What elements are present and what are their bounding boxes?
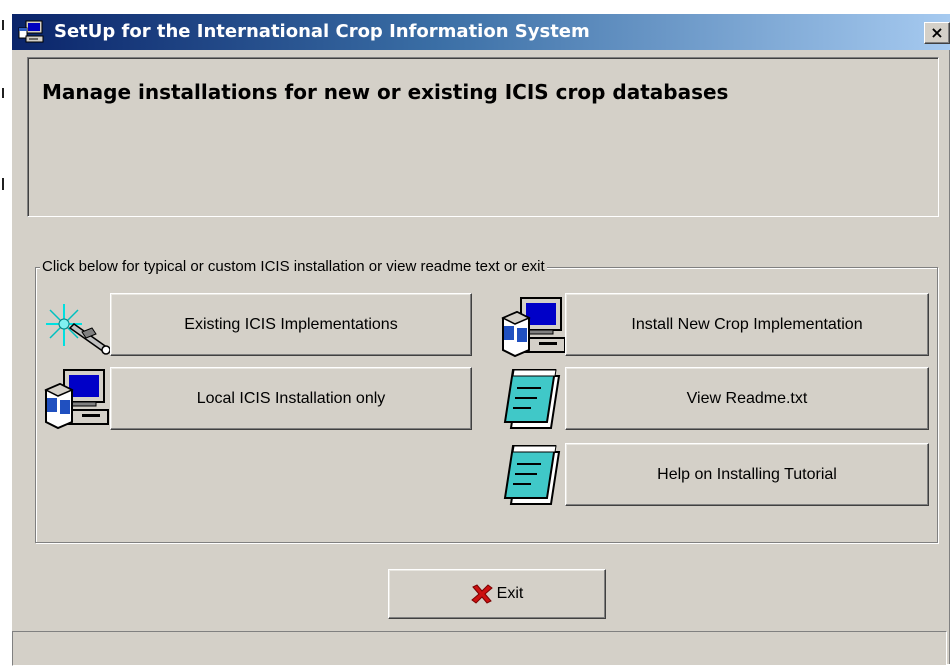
help-tutorial-label: Help on Installing Tutorial — [657, 465, 837, 483]
desktop-artifact — [2, 20, 4, 30]
header-panel: Manage installations for new or existing… — [27, 57, 939, 217]
computer-install-icon — [501, 297, 566, 358]
view-readme-label: View Readme.txt — [686, 389, 808, 407]
groupbox-legend: Click below for typical or custom ICIS i… — [40, 258, 547, 275]
computer-install-icon — [18, 20, 44, 43]
title-bar[interactable]: SetUp for the International Crop Informa… — [12, 14, 950, 50]
exit-button[interactable]: Exit — [388, 569, 606, 619]
tools-icon — [46, 304, 111, 355]
notepad-icon — [503, 369, 561, 429]
notepad-icon — [503, 445, 561, 505]
desktop-artifact — [2, 88, 4, 98]
page-heading: Manage installations for new or existing… — [42, 80, 729, 104]
exit-label: Exit — [496, 585, 524, 602]
view-readme-button[interactable]: View Readme.txt — [565, 367, 929, 430]
window-title: SetUp for the International Crop Informa… — [54, 21, 590, 42]
setup-dialog: SetUp for the International Crop Informa… — [10, 12, 950, 666]
help-tutorial-button[interactable]: Help on Installing Tutorial — [565, 443, 929, 506]
local-installation-label: Local ICIS Installation only — [196, 389, 386, 407]
computer-install-icon — [44, 369, 109, 430]
desktop-artifact — [2, 178, 4, 190]
local-installation-button[interactable]: Local ICIS Installation only — [110, 367, 472, 430]
install-new-crop-button[interactable]: Install New Crop Implementation — [565, 293, 929, 356]
status-bar — [12, 631, 947, 666]
desktop-background — [0, 0, 10, 664]
red-x-icon — [470, 584, 493, 604]
install-new-crop-label: Install New Crop Implementation — [631, 315, 863, 333]
existing-implementations-button[interactable]: Existing ICIS Implementations — [110, 293, 472, 356]
close-button[interactable]: × — [924, 22, 950, 44]
existing-implementations-label: Existing ICIS Implementations — [184, 315, 398, 333]
